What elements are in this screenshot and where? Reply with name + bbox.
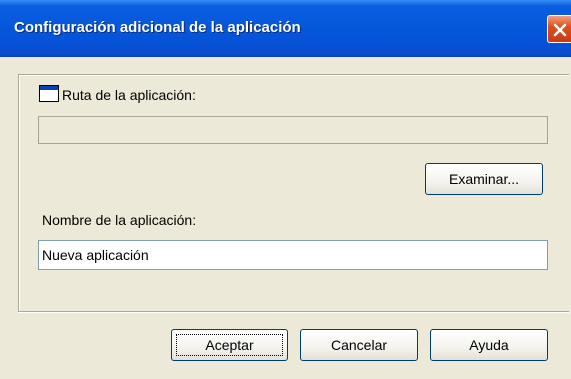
ruta-field[interactable] (38, 116, 548, 144)
window-title: Configuración adicional de la aplicación (14, 19, 301, 36)
nombre-input[interactable] (38, 240, 548, 270)
cancelar-button[interactable]: Cancelar (300, 329, 418, 361)
title-bar[interactable]: Configuración adicional de la aplicación (0, 0, 571, 57)
ruta-label: Ruta de la aplicación: (62, 87, 196, 103)
app-window-icon (39, 85, 59, 102)
aceptar-button[interactable]: Aceptar (171, 329, 288, 361)
aceptar-label: Aceptar (205, 337, 254, 353)
close-icon (553, 23, 567, 37)
examinar-button[interactable]: Examinar... (425, 163, 543, 195)
nombre-label: Nombre de la aplicación: (42, 212, 197, 228)
close-button[interactable] (547, 15, 571, 43)
ayuda-button[interactable]: Ayuda (430, 329, 548, 361)
